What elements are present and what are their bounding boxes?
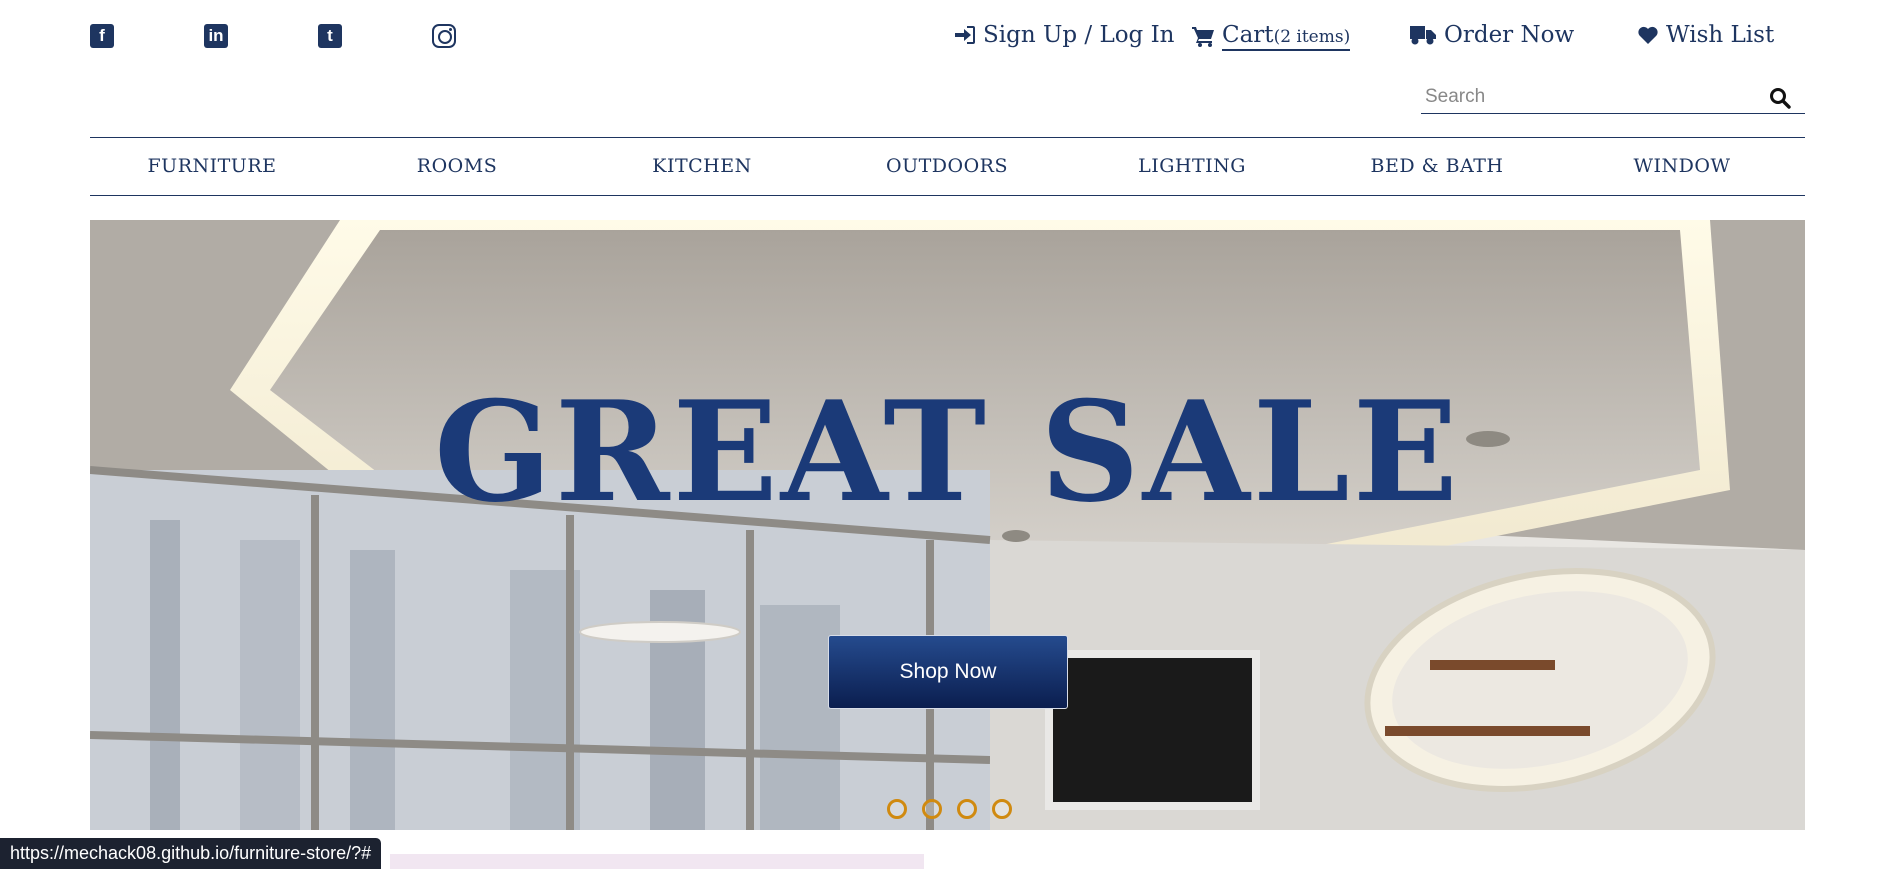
cart-icon [1192, 26, 1214, 47]
hero-banner: GREAT SALE Shop Now [90, 220, 1805, 830]
cart-label: Cart(2 items) [1222, 22, 1351, 51]
carousel-dot[interactable] [992, 799, 1012, 819]
cart-count: (2 items) [1273, 27, 1351, 47]
wishlist-link[interactable]: Wish List [1638, 22, 1774, 48]
shop-now-button[interactable]: Shop Now [828, 635, 1068, 709]
nav-lighting[interactable]: LIGHTING [1138, 155, 1246, 177]
cart-link[interactable]: Cart(2 items) [1192, 22, 1351, 51]
order-now-link[interactable]: Order Now [1410, 22, 1574, 48]
signin-label: Sign Up / Log In [983, 22, 1175, 48]
next-section-preview [390, 854, 924, 869]
category-nav: FURNITURE ROOMS KITCHEN OUTDOORS LIGHTIN… [90, 137, 1805, 196]
sign-in-icon [955, 26, 975, 44]
search-input[interactable] [1421, 82, 1761, 112]
nav-window[interactable]: WINDOW [1634, 155, 1731, 177]
carousel-dot[interactable] [957, 799, 977, 819]
nav-kitchen[interactable]: KITCHEN [652, 155, 751, 177]
status-bar-url: https://mechack08.github.io/furniture-st… [0, 838, 382, 869]
search-bar [1421, 82, 1805, 114]
signin-link[interactable]: Sign Up / Log In [955, 22, 1175, 48]
carousel-indicators [887, 799, 1012, 819]
heart-icon [1638, 26, 1658, 44]
nav-outdoors[interactable]: OUTDOORS [886, 155, 1008, 177]
order-now-label: Order Now [1444, 22, 1575, 48]
truck-icon [1410, 25, 1436, 44]
nav-furniture[interactable]: FURNITURE [148, 155, 277, 177]
carousel-dot[interactable] [887, 799, 907, 819]
nav-bed-bath[interactable]: BED & BATH [1371, 155, 1504, 177]
top-nav: Sign Up / Log In Cart(2 items) Order Now… [0, 22, 1895, 54]
carousel-dot[interactable] [922, 799, 942, 819]
search-icon[interactable] [1769, 87, 1791, 109]
wishlist-label: Wish List [1666, 22, 1775, 48]
hero-title: GREAT SALE [434, 370, 1461, 533]
nav-rooms[interactable]: ROOMS [417, 155, 497, 177]
